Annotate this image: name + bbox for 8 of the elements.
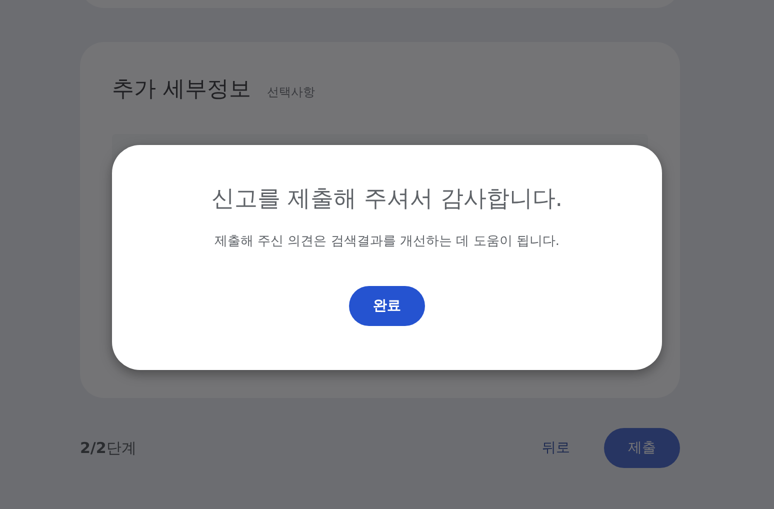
back-button[interactable]: 뒤로 xyxy=(528,431,584,465)
done-button[interactable]: 완료 xyxy=(349,286,425,326)
card-title: 추가 세부정보 xyxy=(112,76,251,104)
dialog-title: 신고를 제출해 주셔서 감사합니다. xyxy=(211,185,563,214)
step-indicator: 2/2단계 xyxy=(80,438,138,458)
optional-label: 선택사항 xyxy=(267,84,315,101)
submit-button[interactable]: 제출 xyxy=(604,428,680,468)
dialog-message: 제출해 주신 의견은 검색결과를 개선하는 데 도움이 됩니다. xyxy=(214,233,560,250)
